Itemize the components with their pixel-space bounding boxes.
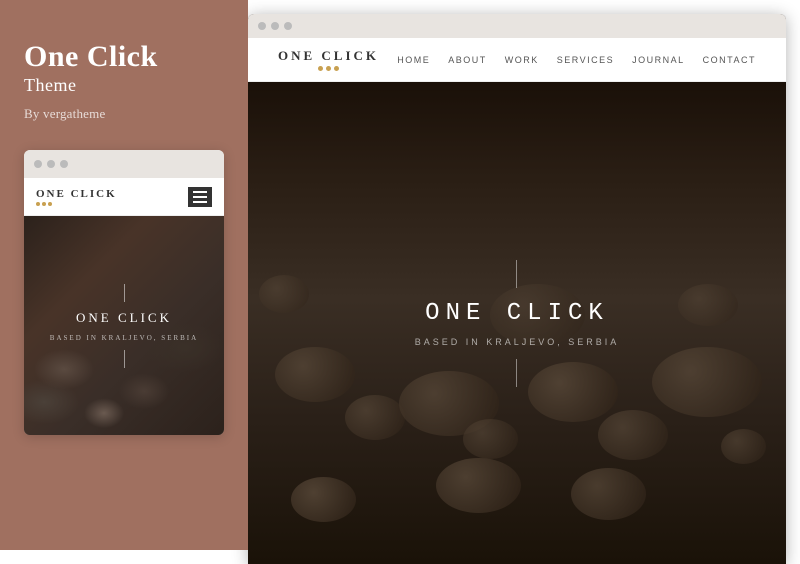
stone-2 xyxy=(345,395,405,440)
mobile-logo-dot-3 xyxy=(48,202,52,206)
mobile-logo-dots xyxy=(36,202,117,206)
theme-title: One Click xyxy=(24,40,224,73)
desktop-preview: ONE CLICK HOME ABOUT WORK SERVICES JOURN… xyxy=(248,14,786,564)
mobile-logo-dot-1 xyxy=(36,202,40,206)
stone-7 xyxy=(652,347,762,417)
window-dot-2 xyxy=(47,160,55,168)
hero-subtitle: BASED IN KRALJEVO, SERBIA xyxy=(415,337,620,347)
desktop-dot-1 xyxy=(258,22,266,30)
desktop-dot-2 xyxy=(271,22,279,30)
nav-link-home[interactable]: HOME xyxy=(397,55,430,65)
stone-12 xyxy=(259,275,309,313)
stone-10 xyxy=(436,458,521,513)
hamburger-line-3 xyxy=(193,201,207,203)
theme-author: By vergatheme xyxy=(24,106,224,122)
mobile-hero: ONE CLICK BASED IN KRALJEVO, SERBIA xyxy=(24,216,224,435)
mobile-hero-subtitle: BASED IN KRALJEVO, SERBIA xyxy=(50,334,198,342)
stone-14 xyxy=(678,284,738,326)
stone-9 xyxy=(291,477,356,522)
desktop-hero: ONE CLICK BASED IN KRALJEVO, SERBIA xyxy=(248,82,786,564)
stone-11 xyxy=(571,468,646,520)
desktop-logo-dot-1 xyxy=(318,66,323,71)
sidebar: One Click Theme By vergatheme ONE CLICK xyxy=(0,0,248,550)
mobile-logo: ONE CLICK xyxy=(36,188,117,206)
mobile-hero-line-bottom xyxy=(124,350,125,368)
desktop-logo-dots xyxy=(318,66,339,71)
nav-link-services[interactable]: SERVICES xyxy=(557,55,614,65)
nav-link-journal[interactable]: JOURNAL xyxy=(632,55,685,65)
hero-title: ONE CLICK xyxy=(425,300,609,327)
mobile-preview-card: ONE CLICK ONE CLICK BASED IN KRALJEVO, S… xyxy=(24,150,224,435)
hero-line-bottom xyxy=(516,359,517,387)
nav-link-contact[interactable]: CONTACT xyxy=(703,55,756,65)
stone-6 xyxy=(598,410,668,460)
hero-line-top xyxy=(516,260,517,288)
hamburger-icon[interactable] xyxy=(188,187,212,207)
mobile-nav: ONE CLICK xyxy=(24,178,224,216)
window-dot-3 xyxy=(60,160,68,168)
desktop-nav-links: HOME ABOUT WORK SERVICES JOURNAL CONTACT xyxy=(397,55,756,65)
nav-link-about[interactable]: ABOUT xyxy=(448,55,487,65)
desktop-window-bar xyxy=(248,14,786,38)
hamburger-line-2 xyxy=(193,196,207,198)
hamburger-line-1 xyxy=(193,191,207,193)
mobile-hero-line-top xyxy=(124,284,125,302)
theme-subtitle: Theme xyxy=(24,75,224,96)
nav-link-work[interactable]: WORK xyxy=(505,55,539,65)
stone-1 xyxy=(275,347,355,402)
window-dot-1 xyxy=(34,160,42,168)
hero-content: ONE CLICK BASED IN KRALJEVO, SERBIA xyxy=(415,260,620,387)
desktop-logo-dot-2 xyxy=(326,66,331,71)
mobile-window-bar xyxy=(24,150,224,178)
desktop-logo-dot-3 xyxy=(334,66,339,71)
desktop-dot-3 xyxy=(284,22,292,30)
mobile-logo-dot-2 xyxy=(42,202,46,206)
desktop-logo-text: ONE CLICK xyxy=(278,48,379,64)
stone-4 xyxy=(463,419,518,459)
stone-8 xyxy=(721,429,766,464)
mobile-hero-title: ONE CLICK xyxy=(76,310,172,326)
desktop-nav: ONE CLICK HOME ABOUT WORK SERVICES JOURN… xyxy=(248,38,786,82)
desktop-logo: ONE CLICK xyxy=(278,48,379,71)
mobile-hero-content: ONE CLICK BASED IN KRALJEVO, SERBIA xyxy=(50,284,198,368)
